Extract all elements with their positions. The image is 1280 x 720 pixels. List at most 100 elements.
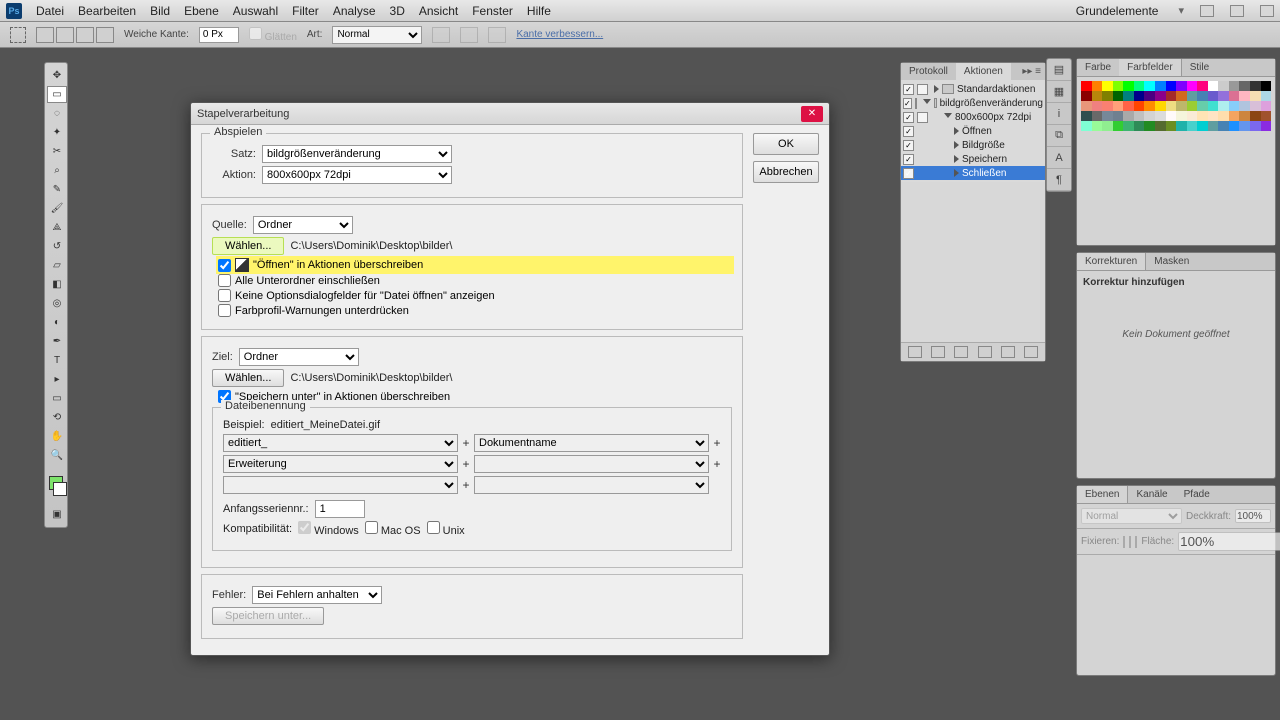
color-swatch[interactable] — [1208, 81, 1219, 91]
color-swatch[interactable] — [1218, 111, 1229, 121]
color-swatch[interactable] — [1081, 121, 1092, 131]
menu-fenster[interactable]: Fenster — [472, 4, 513, 18]
color-swatch[interactable] — [1208, 101, 1219, 111]
source-select[interactable]: Ordner — [253, 216, 353, 234]
action-toggle-checkbox[interactable]: ✓ — [903, 98, 912, 109]
color-swatch[interactable] — [1155, 121, 1166, 131]
suppress-open-dialogs-checkbox[interactable] — [218, 289, 231, 302]
disclosure-triangle-icon[interactable] — [954, 155, 959, 163]
menu-filter[interactable]: Filter — [292, 4, 319, 18]
3d-tool-icon[interactable]: ⟲ — [47, 409, 67, 426]
compat-mac-checkbox[interactable] — [365, 521, 378, 534]
action-record-icon[interactable] — [931, 346, 945, 358]
histogram-icon[interactable]: ▤ — [1047, 59, 1071, 81]
color-swatch[interactable] — [1155, 111, 1166, 121]
workspace-switcher[interactable]: Grundelemente — [1076, 4, 1159, 18]
suppress-profile-checkbox[interactable] — [218, 304, 231, 317]
menu-3d[interactable]: 3D — [390, 4, 405, 18]
lock-position-icon[interactable] — [1129, 536, 1131, 548]
tab-masken[interactable]: Masken — [1146, 253, 1197, 270]
dest-select[interactable]: Ordner — [239, 348, 359, 366]
color-swatch[interactable] — [1113, 101, 1124, 111]
action-row[interactable]: ✓Öffnen — [901, 124, 1045, 138]
color-swatch[interactable] — [1187, 81, 1198, 91]
action-toggle-checkbox[interactable]: ✓ — [903, 140, 914, 151]
color-swatch[interactable] — [1092, 121, 1103, 131]
color-swatch[interactable] — [1197, 101, 1208, 111]
color-swatch[interactable] — [1102, 91, 1113, 101]
color-swatch[interactable] — [1229, 91, 1240, 101]
window-minimize-icon[interactable] — [1200, 5, 1214, 17]
naming-token-1[interactable]: editiert_ — [223, 434, 458, 452]
naming-token-2[interactable]: Dokumentname — [474, 434, 709, 452]
lock-all-icon[interactable] — [1135, 536, 1137, 548]
color-swatch[interactable] — [1134, 81, 1145, 91]
color-swatch[interactable] — [1250, 101, 1261, 111]
menu-analyse[interactable]: Analyse — [333, 4, 376, 18]
disclosure-triangle-icon[interactable] — [954, 141, 959, 149]
naming-token-5[interactable] — [223, 476, 458, 494]
type-tool-icon[interactable]: T — [47, 352, 67, 369]
action-play-icon[interactable] — [954, 346, 968, 358]
feather-input[interactable] — [199, 27, 239, 43]
color-swatch[interactable] — [1102, 111, 1113, 121]
eyedropper-tool-icon[interactable]: ⌕ — [47, 162, 67, 179]
color-swatch[interactable] — [1176, 111, 1187, 121]
color-swatch[interactable] — [1261, 81, 1272, 91]
color-swatch[interactable] — [1166, 91, 1177, 101]
action-newset-icon[interactable] — [978, 346, 992, 358]
color-swatch[interactable] — [1250, 81, 1261, 91]
action-toggle-checkbox[interactable]: ✓ — [903, 84, 914, 95]
color-swatch[interactable] — [1113, 91, 1124, 101]
color-swatch[interactable] — [1081, 111, 1092, 121]
action-row[interactable]: ✓Standardaktionen — [901, 82, 1045, 96]
color-swatch[interactable] — [1123, 81, 1134, 91]
color-swatch[interactable] — [1155, 101, 1166, 111]
color-swatch[interactable] — [1197, 91, 1208, 101]
color-swatch[interactable] — [1250, 91, 1261, 101]
dodge-tool-icon[interactable]: ◐ — [47, 314, 67, 331]
stamp-tool-icon[interactable]: ⟁ — [47, 219, 67, 236]
color-swatch[interactable] — [1155, 91, 1166, 101]
ok-button[interactable]: OK — [753, 133, 819, 155]
marquee-tool-preset-icon[interactable] — [10, 27, 26, 43]
color-swatch[interactable] — [1239, 81, 1250, 91]
set-select[interactable]: bildgrößenveränderung — [262, 145, 452, 163]
color-swatch[interactable] — [1176, 81, 1187, 91]
errors-select[interactable]: Bei Fehlern anhalten — [252, 586, 382, 604]
blur-tool-icon[interactable]: ◎ — [47, 295, 67, 312]
shape-tool-icon[interactable]: ▭ — [47, 390, 67, 407]
art-select[interactable]: Normal — [332, 26, 422, 44]
color-swatch[interactable] — [1197, 111, 1208, 121]
color-swatch[interactable] — [1261, 111, 1272, 121]
color-swatch[interactable] — [1208, 121, 1219, 131]
color-swatch[interactable] — [1155, 81, 1166, 91]
action-new-icon[interactable] — [1001, 346, 1015, 358]
color-swatch[interactable] — [1197, 121, 1208, 131]
brush-tool-icon[interactable]: 🖌 — [47, 200, 67, 217]
marquee-tool-icon[interactable]: ▭ — [47, 86, 67, 103]
paragraph-icon[interactable]: ¶ — [1047, 169, 1071, 191]
tab-pfade[interactable]: Pfade — [1176, 486, 1218, 503]
menu-hilfe[interactable]: Hilfe — [527, 4, 551, 18]
disclosure-triangle-icon[interactable] — [954, 169, 959, 177]
color-swatch[interactable] — [1218, 101, 1229, 111]
color-swatch[interactable] — [1187, 111, 1198, 121]
color-swatch[interactable] — [1144, 101, 1155, 111]
quickmask-tool-icon[interactable]: ▣ — [47, 506, 67, 523]
action-delete-icon[interactable] — [1024, 346, 1038, 358]
tab-aktionen[interactable]: Aktionen — [956, 63, 1011, 80]
action-dialog-toggle[interactable] — [917, 84, 928, 95]
color-swatch[interactable] — [1102, 121, 1113, 131]
tab-korrekturen[interactable]: Korrekturen — [1077, 253, 1146, 270]
color-swatch[interactable] — [1176, 121, 1187, 131]
color-swatch[interactable] — [1176, 101, 1187, 111]
color-swatch[interactable] — [1123, 91, 1134, 101]
blend-mode-select[interactable]: Normal — [1081, 508, 1182, 524]
disclosure-triangle-icon[interactable] — [923, 99, 931, 108]
color-swatch[interactable] — [1229, 121, 1240, 131]
tab-protokoll[interactable]: Protokoll — [901, 63, 956, 80]
color-swatch[interactable] — [1144, 81, 1155, 91]
color-swatch[interactable] — [1229, 101, 1240, 111]
startnum-input[interactable] — [315, 500, 365, 518]
